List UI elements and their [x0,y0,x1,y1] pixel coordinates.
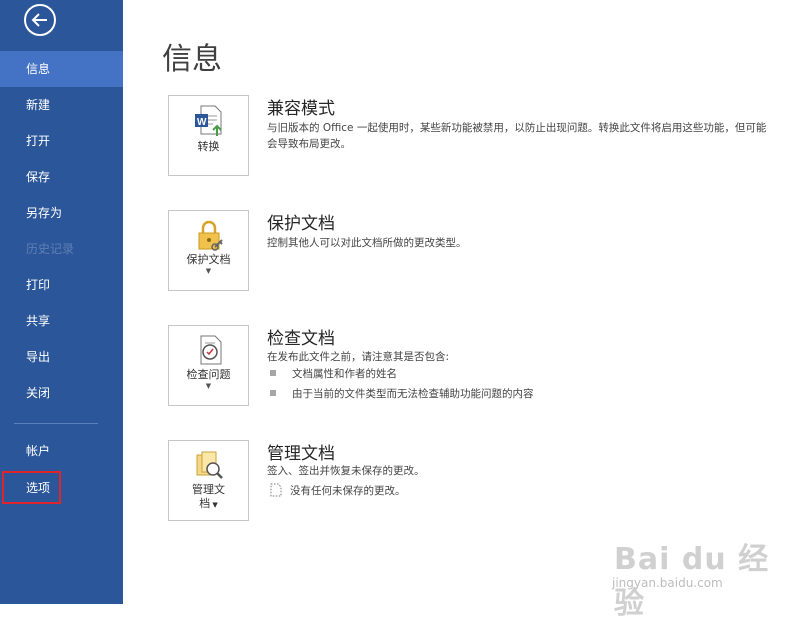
inspect-bullet-text: 文档属性和作者的姓名 [292,368,397,380]
manage-document-label-2: 档 ▼ [199,497,218,510]
inspect-document-desc: 在发布此文件之前，请注意其是否包含: [267,351,450,363]
no-unsaved-changes: 没有任何未保存的更改。 [270,483,406,498]
no-unsaved-changes-text: 没有任何未保存的更改。 [290,485,406,497]
inspect-bullet-item: 文档属性和作者的姓名 [270,366,397,381]
convert-document-icon: W [195,105,222,136]
nav-share[interactable]: 共享 [0,303,123,339]
convert-label: 转换 [197,140,220,153]
manage-document-icon [196,451,223,479]
options-highlight-box [2,471,61,504]
protect-document-desc: 控制其他人可以对此文档所做的更改类型。 [267,237,467,249]
nav-export[interactable]: 导出 [0,339,123,375]
nav-account[interactable]: 帐户 [0,433,123,469]
nav-close[interactable]: 关闭 [0,375,123,411]
check-issues-button[interactable]: 检查问题 ▼ [168,325,249,406]
arrow-left-icon [31,13,47,27]
nav-divider [14,423,98,424]
nav-open[interactable]: 打开 [0,123,123,159]
protect-document-title: 保护文档 [267,214,335,234]
inspect-document-title: 检查文档 [267,329,335,349]
lock-icon [198,220,223,251]
bullet-square-icon [270,390,276,396]
inspect-bullet-item: 由于当前的文件类型而无法检查辅助功能问题的内容 [270,386,534,401]
protect-document-button[interactable]: 保护文档 ▼ [168,210,249,291]
nav-print[interactable]: 打印 [0,267,123,303]
nav-history: 历史记录 [26,242,75,256]
inspect-bullet-text: 由于当前的文件类型而无法检查辅助功能问题的内容 [292,388,534,400]
manage-document-label: 管理文 [192,483,225,496]
inspect-document-icon [200,335,222,365]
check-issues-label: 检查问题 [186,368,231,381]
manage-document-desc: 签入、签出并恢复未保存的更改。 [267,465,425,477]
compat-mode-desc: 与旧版本的 Office 一起使用时，某些新功能被禁用，以防止出现问题。转换此文… [267,122,767,150]
page-title: 信息 [162,42,222,77]
compat-mode-title: 兼容模式 [267,99,335,119]
svg-text:W: W [197,117,207,128]
caret-down-icon: ▼ [205,382,212,390]
dotted-document-icon [270,483,282,497]
caret-down-icon: ▼ [205,267,212,275]
nav-new[interactable]: 新建 [0,87,123,123]
nav-save[interactable]: 保存 [0,159,123,195]
bullet-square-icon [270,370,276,376]
baidu-watermark: Bai du 经验 jingyan.baidu.com [604,520,794,621]
watermark-url: jingyan.baidu.com [612,576,723,590]
nav-save-as[interactable]: 另存为 [0,195,123,231]
protect-document-label: 保护文档 [186,253,231,266]
manage-document-button[interactable]: 管理文 档 ▼ [168,440,249,521]
backstage-sidebar: 信息 新建 打开 保存 另存为 历史记录 打印 共享 导出 关闭 帐户 选项 [0,0,123,604]
convert-button[interactable]: W 转换 [168,95,249,176]
back-button[interactable] [24,4,56,36]
manage-document-label-2-text: 档 [199,497,211,510]
manage-document-title: 管理文档 [267,444,335,464]
nav-info[interactable]: 信息 [0,51,123,87]
